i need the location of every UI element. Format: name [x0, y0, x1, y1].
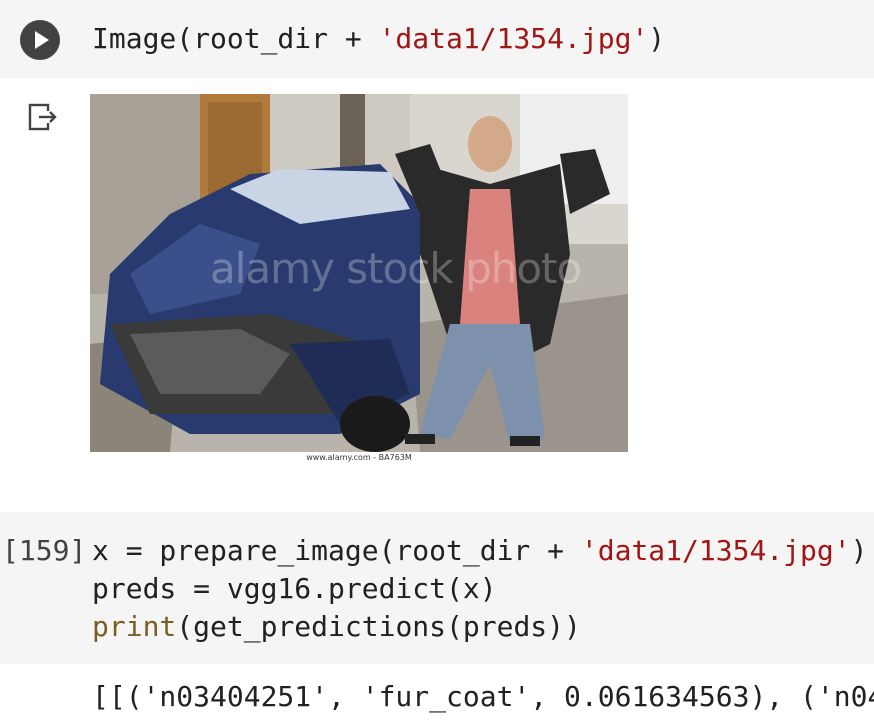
output-redirect-icon[interactable] — [26, 100, 60, 134]
code-line[interactable]: Image(root_dir + 'data1/1354.jpg') — [92, 20, 665, 58]
string-literal: 'data1/1354.jpg' — [378, 22, 649, 55]
code-line[interactable]: print(get_predictions(preds)) — [92, 608, 581, 646]
output-text: [[('n03404251', 'fur_coat', 0.061634563)… — [92, 680, 874, 713]
code-text: x = prepare_image(root_dir + — [92, 534, 581, 567]
code-text: (get_predictions(preds)) — [176, 610, 581, 643]
execution-count: [159] — [2, 534, 87, 567]
code-text: ) — [648, 22, 666, 55]
watermark-text: alamy stock photo — [210, 244, 582, 293]
code-text: ) — [850, 534, 868, 567]
builtin-keyword: print — [92, 610, 177, 643]
play-icon — [35, 31, 49, 49]
code-cell-1[interactable]: Image(root_dir + 'data1/1354.jpg') — [0, 0, 874, 78]
code-cell-2[interactable]: [159] x = prepare_image(root_dir + 'data… — [0, 512, 874, 664]
code-line[interactable]: preds = vgg16.predict(x) — [92, 570, 497, 608]
code-text: Image(root_dir + — [92, 22, 379, 55]
string-literal: 'data1/1354.jpg' — [580, 534, 851, 567]
output-image: alamy stock photo www.alamy.com - BA763M — [90, 94, 628, 466]
code-line[interactable]: x = prepare_image(root_dir + 'data1/1354… — [92, 532, 867, 570]
image-credit: www.alamy.com - BA763M — [306, 453, 412, 462]
run-cell-button[interactable] — [20, 20, 60, 60]
